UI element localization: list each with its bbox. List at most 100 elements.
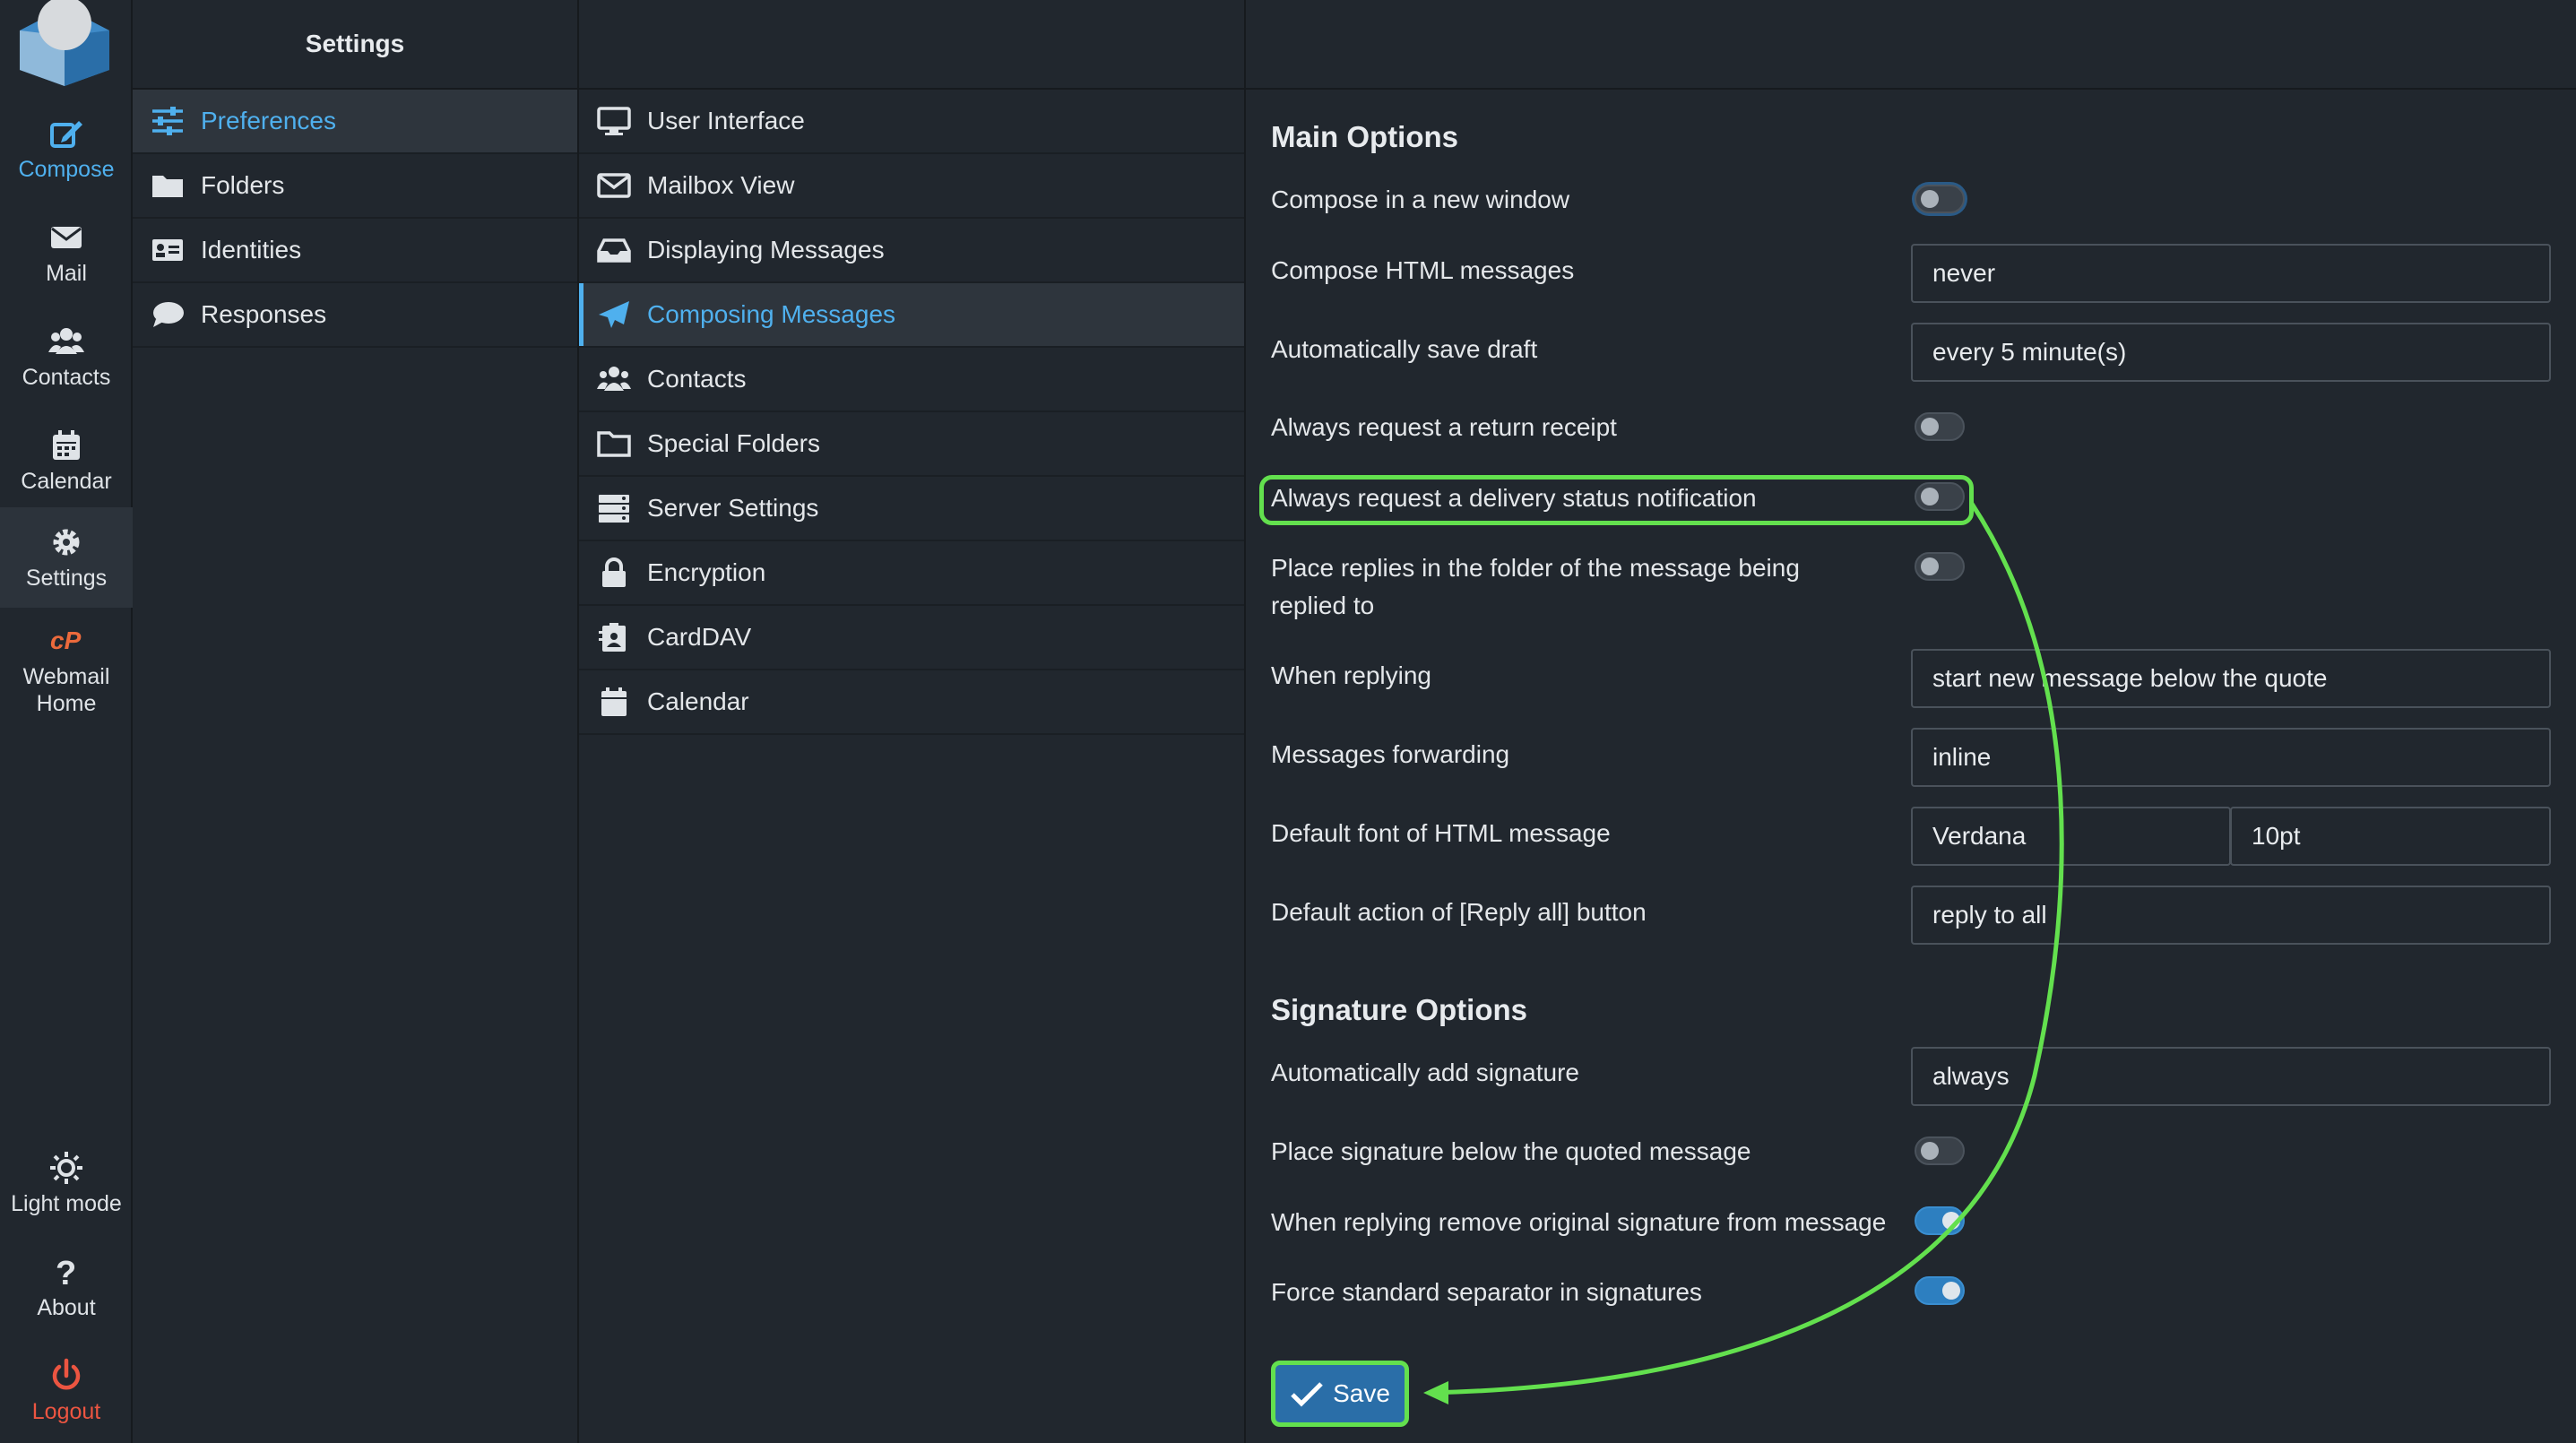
reply-all-label: Default action of [Reply all] button [1271, 898, 1647, 926]
contacts-button[interactable]: Contacts [0, 307, 133, 407]
settings-item-identities[interactable]: Identities [133, 219, 577, 283]
mail-icon [51, 226, 82, 248]
contacts-icon [48, 327, 84, 354]
settings-item-preferences[interactable]: Preferences [133, 90, 577, 154]
compose-label: Compose [18, 156, 115, 182]
power-icon [52, 1358, 81, 1389]
section-item-contacts[interactable]: Contacts [579, 348, 1244, 412]
compose-new-window-label: Compose in a new window [1271, 186, 1570, 213]
auto-save-draft-select[interactable]: every 5 minute(s) [1911, 323, 2551, 382]
settings-button[interactable]: Settings [0, 507, 133, 608]
sig-remove-toggle[interactable] [1915, 1206, 1965, 1235]
section-item-user-interface[interactable]: User Interface [579, 90, 1244, 154]
compose-new-window-toggle[interactable] [1915, 185, 1965, 213]
dsn-highlight-box [1259, 475, 1974, 525]
settings-item-label: Identities [201, 236, 302, 264]
settings-item-label: Responses [201, 300, 327, 328]
section-item-label: User Interface [647, 107, 805, 134]
section-item-server-settings[interactable]: Server Settings [579, 477, 1244, 541]
section-item-calendar[interactable]: Calendar [579, 670, 1244, 735]
when-replying-select[interactable]: start new message below the quote [1911, 649, 2551, 708]
default-font-select[interactable]: Verdana [1911, 807, 2231, 866]
settings-label: Settings [25, 565, 108, 591]
section-item-label: Calendar [647, 687, 749, 715]
sun-icon [50, 1151, 82, 1184]
sig-separator-label: Force standard separator in signatures [1271, 1278, 1702, 1306]
when-replying-label: When replying [1271, 661, 1431, 689]
light-mode-label: Light mode [11, 1190, 122, 1216]
gear-icon [53, 529, 80, 555]
save-button[interactable]: Save [1271, 1361, 1409, 1427]
main-options-title: Main Options [1271, 120, 1458, 153]
default-font-label: Default font of HTML message [1271, 819, 1611, 847]
auto-save-draft-label: Automatically save draft [1271, 335, 1538, 363]
section-item-label: Special Folders [647, 429, 820, 457]
sig-below-label: Place signature below the quoted message [1271, 1137, 1751, 1165]
section-item-encryption[interactable]: Encryption [579, 541, 1244, 606]
sig-below-toggle[interactable] [1915, 1136, 1965, 1165]
calendar-button[interactable]: Calendar [0, 410, 133, 511]
section-item-label: Server Settings [647, 494, 819, 522]
lock-icon [602, 557, 626, 587]
reply-all-select[interactable]: reply to all [1911, 886, 2551, 945]
return-receipt-label: Always request a return receipt [1271, 413, 1617, 441]
compose-icon [50, 120, 82, 148]
logout-button[interactable]: Logout [0, 1341, 133, 1441]
folder-icon [152, 176, 183, 197]
svg-text:cP: cP [50, 626, 82, 654]
section-item-label: Mailbox View [647, 171, 795, 199]
mail-button[interactable]: Mail [0, 203, 133, 303]
home-label: Home [36, 691, 97, 716]
paper-plane-icon [599, 301, 629, 328]
calendar-icon [601, 687, 627, 716]
place-replies-toggle[interactable] [1915, 552, 1965, 581]
return-receipt-toggle[interactable] [1915, 412, 1965, 441]
app-nav: Compose Mail Contacts Calendar Settings … [0, 0, 133, 1443]
settings-item-folders[interactable]: Folders [133, 154, 577, 219]
webmail-home-button[interactable]: cP Webmail Home [0, 611, 133, 728]
webmail-label: Webmail [22, 664, 110, 689]
auto-signature-select[interactable]: always [1911, 1047, 2551, 1106]
sections-panel: User Interface Mailbox View Displaying M… [579, 0, 1246, 1443]
settings-title: Settings [133, 0, 577, 90]
roundcube-logo [20, 0, 109, 86]
checkmark-icon [1291, 1382, 1323, 1407]
folder-outline-icon [597, 431, 631, 457]
section-item-special-folders[interactable]: Special Folders [579, 412, 1244, 477]
logout-label: Logout [31, 1398, 101, 1424]
id-card-icon [152, 239, 183, 261]
settings-item-label: Preferences [201, 107, 336, 134]
composing-options-panel: Main Options Compose in a new window Com… [1246, 0, 2576, 1443]
about-button[interactable]: ? About [0, 1237, 133, 1337]
calendar-label: Calendar [21, 468, 112, 494]
section-item-label: Contacts [647, 365, 747, 393]
auto-signature-label: Automatically add signature [1271, 1058, 1579, 1086]
section-item-label: CardDAV [647, 623, 752, 651]
section-item-carddav[interactable]: CardDAV [579, 606, 1244, 670]
light-mode-button[interactable]: Light mode [0, 1133, 133, 1233]
section-item-label: Encryption [647, 558, 766, 586]
inbox-icon [597, 238, 631, 263]
comment-icon [153, 302, 184, 327]
settings-panel: Settings Preferences Folders Identities … [133, 0, 579, 1443]
sig-remove-label: When replying remove original signature … [1271, 1208, 1887, 1236]
question-icon: ? [56, 1255, 76, 1290]
place-replies-label: Place replies in the folder of the messa… [1271, 554, 1800, 619]
signature-options-title: Signature Options [1271, 993, 1528, 1026]
compose-html-label: Compose HTML messages [1271, 256, 1575, 284]
forwarding-select[interactable]: inline [1911, 728, 2551, 787]
section-item-composing-messages[interactable]: Composing Messages [579, 283, 1244, 348]
default-font-size-select[interactable]: 10pt [2230, 807, 2551, 866]
settings-item-label: Folders [201, 171, 285, 199]
contacts-label: Contacts [22, 364, 111, 390]
section-item-mailbox-view[interactable]: Mailbox View [579, 154, 1244, 219]
compose-button[interactable]: Compose [0, 99, 133, 199]
calendar-icon [53, 429, 80, 460]
sig-separator-toggle[interactable] [1915, 1276, 1965, 1305]
main-header [1246, 0, 2576, 90]
server-icon [599, 495, 629, 523]
compose-html-select[interactable]: never [1911, 244, 2551, 303]
section-item-displaying-messages[interactable]: Displaying Messages [579, 219, 1244, 283]
settings-item-responses[interactable]: Responses [133, 283, 577, 348]
sections-header [579, 0, 1244, 90]
